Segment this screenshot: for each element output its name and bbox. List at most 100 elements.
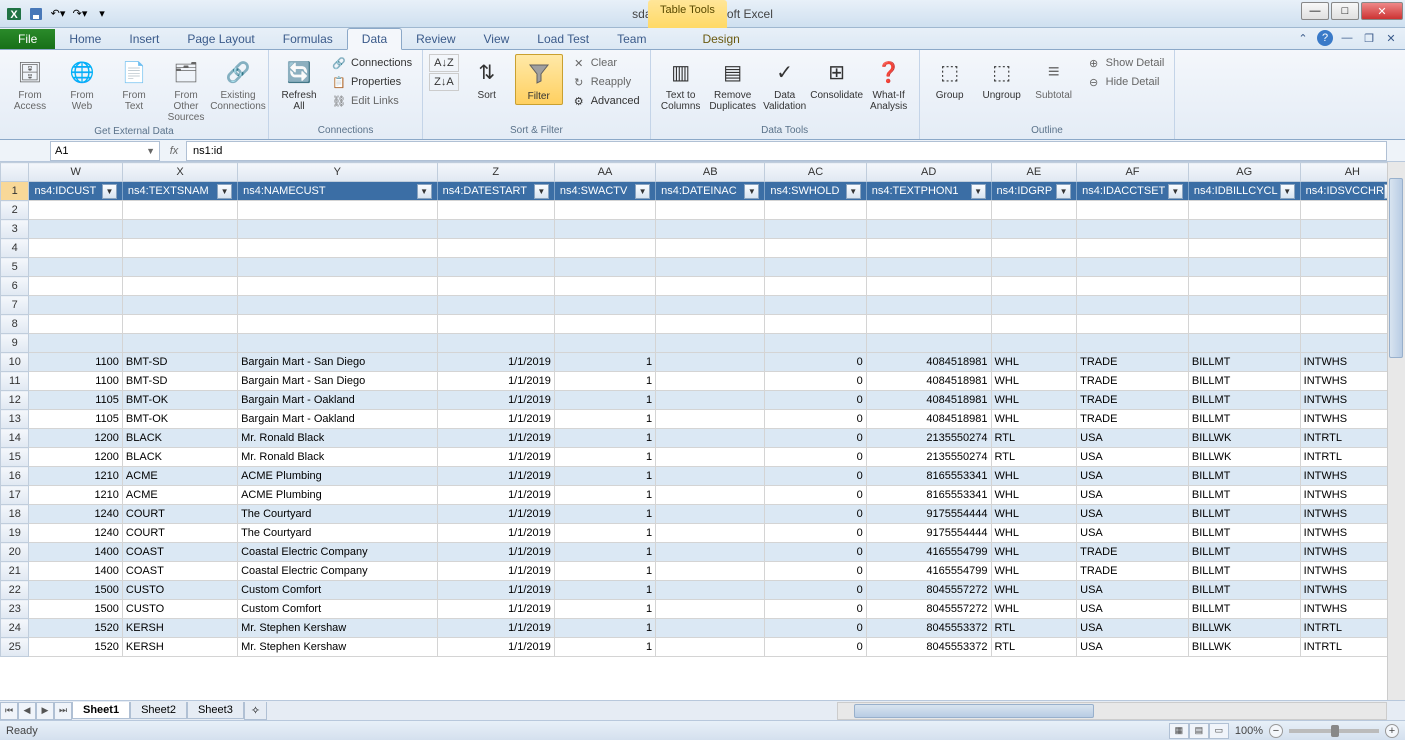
table-header-cell[interactable]: ns4:DATEINAC▼ [656,182,765,201]
cell[interactable] [554,201,655,220]
cell[interactable]: 1 [554,467,655,486]
undo-icon[interactable]: ↶▾ [48,4,68,24]
row-header-20[interactable]: 20 [1,543,29,562]
cell[interactable] [1188,277,1300,296]
file-tab[interactable]: File [0,29,55,49]
col-header-X[interactable]: X [122,163,237,182]
cell[interactable] [656,429,765,448]
cell[interactable] [866,220,991,239]
row-header-22[interactable]: 22 [1,581,29,600]
row-header-21[interactable]: 21 [1,562,29,581]
filter-button[interactable]: Filter [515,54,563,105]
formula-input[interactable]: ns1:id [186,141,1387,161]
zoom-slider[interactable] [1289,729,1379,733]
row-header-2[interactable]: 2 [1,201,29,220]
row-header-15[interactable]: 15 [1,448,29,467]
cell[interactable]: 1/1/2019 [437,562,554,581]
cell[interactable]: BILLMT [1188,562,1300,581]
cell[interactable] [765,296,866,315]
row-header-5[interactable]: 5 [1,258,29,277]
cell[interactable] [554,277,655,296]
row-header-9[interactable]: 9 [1,334,29,353]
table-header-cell[interactable]: ns4:SWACTV▼ [554,182,655,201]
sort-az-button[interactable]: A↓Z [429,54,459,72]
cell[interactable]: BILLWK [1188,448,1300,467]
row-header-10[interactable]: 10 [1,353,29,372]
cell[interactable]: 8045557272 [866,581,991,600]
cell[interactable] [122,296,237,315]
col-header-AD[interactable]: AD [866,163,991,182]
cell[interactable]: 1105 [29,410,122,429]
cell[interactable]: 0 [765,486,866,505]
cell[interactable]: WHL [991,467,1077,486]
cell[interactable]: 1105 [29,391,122,410]
cell[interactable]: WHL [991,581,1077,600]
cell[interactable]: ACME Plumbing [238,486,438,505]
cell[interactable] [656,410,765,429]
cell[interactable]: The Courtyard [238,524,438,543]
cell[interactable]: 4084518981 [866,391,991,410]
table-header-cell[interactable]: ns4:NAMECUST▼ [238,182,438,201]
col-header-AE[interactable]: AE [991,163,1077,182]
cell[interactable]: 1/1/2019 [437,581,554,600]
zoom-slider-thumb[interactable] [1331,725,1339,737]
col-header-W[interactable]: W [29,163,122,182]
tab-review[interactable]: Review [402,29,469,49]
cell[interactable] [866,277,991,296]
show-detail-button[interactable]: ⊕Show Detail [1082,54,1169,72]
select-all-corner[interactable] [1,163,29,182]
cell[interactable]: Bargain Mart - Oakland [238,410,438,429]
cell[interactable] [1188,239,1300,258]
workbook-minimize-icon[interactable]: — [1339,30,1355,46]
table-header-cell[interactable]: ns4:IDGRP▼ [991,182,1077,201]
row-header-14[interactable]: 14 [1,429,29,448]
new-sheet-button[interactable]: ✧ [244,702,267,720]
subtotal-button[interactable]: ≡Subtotal [1030,54,1078,103]
worksheet-grid[interactable]: WXYZAAABACADAEAFAGAH1ns4:IDCUST▼ns4:TEXT… [0,162,1405,700]
cell[interactable]: 1400 [29,562,122,581]
horizontal-scrollbar[interactable] [837,702,1387,720]
cell[interactable]: WHL [991,543,1077,562]
cell[interactable] [866,201,991,220]
zoom-out-button[interactable]: − [1269,724,1283,738]
cell[interactable]: WHL [991,410,1077,429]
cell[interactable] [866,258,991,277]
cell[interactable] [1077,315,1189,334]
cell[interactable] [656,372,765,391]
tab-data[interactable]: Data [347,28,402,50]
group-button[interactable]: ⬚Group [926,54,974,103]
cell[interactable]: 1/1/2019 [437,353,554,372]
cell[interactable]: USA [1077,448,1189,467]
cell[interactable]: BILLMT [1188,410,1300,429]
cell[interactable]: COURT [122,524,237,543]
cell[interactable]: COAST [122,562,237,581]
help-icon[interactable]: ? [1317,30,1333,46]
cell[interactable] [437,296,554,315]
cell[interactable] [991,239,1077,258]
cell[interactable]: BMT-SD [122,372,237,391]
cell[interactable]: 1/1/2019 [437,619,554,638]
sort-za-button[interactable]: Z↓A [429,73,459,91]
cell[interactable] [656,258,765,277]
cell[interactable] [29,258,122,277]
cell[interactable]: BMT-SD [122,353,237,372]
cell[interactable] [991,201,1077,220]
redo-icon[interactable]: ↷▾ [70,4,90,24]
table-header-cell[interactable]: ns4:DATESTART▼ [437,182,554,201]
cell[interactable]: WHL [991,524,1077,543]
cell[interactable] [29,277,122,296]
sheet-tab-1[interactable]: Sheet1 [72,702,130,719]
cell[interactable]: BILLMT [1188,486,1300,505]
col-header-AB[interactable]: AB [656,163,765,182]
cell[interactable] [122,277,237,296]
cell[interactable]: 1/1/2019 [437,505,554,524]
cell[interactable]: 1/1/2019 [437,486,554,505]
cell[interactable]: WHL [991,486,1077,505]
zoom-in-button[interactable]: + [1385,724,1399,738]
cell[interactable]: Coastal Electric Company [238,562,438,581]
tab-page-layout[interactable]: Page Layout [173,29,268,49]
row-header-7[interactable]: 7 [1,296,29,315]
cell[interactable]: USA [1077,467,1189,486]
cell[interactable] [656,619,765,638]
cell[interactable]: BILLMT [1188,505,1300,524]
